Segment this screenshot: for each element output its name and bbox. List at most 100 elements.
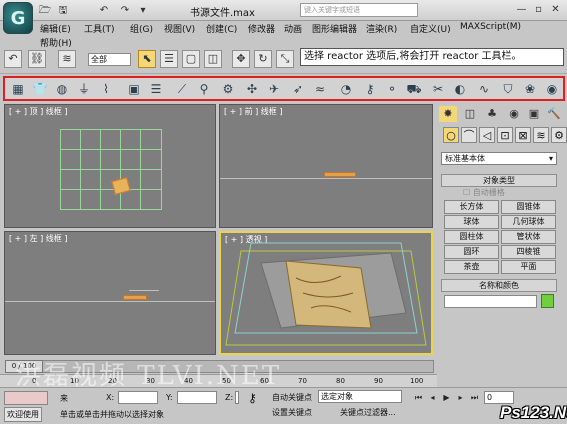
window-crossing-icon[interactable]: ◫ — [204, 50, 222, 68]
viewport-top[interactable]: [ + ] 顶 ] 线框 ] — [4, 104, 216, 228]
space-warps-icon[interactable]: ≋ — [533, 127, 549, 143]
menu-create[interactable]: 创建(C) — [206, 22, 237, 35]
modify-tab-icon[interactable]: ◫ — [461, 106, 479, 122]
spring-icon[interactable]: ⌇ — [97, 80, 115, 98]
autogrid-checkbox[interactable]: ☐ 自动栅格 — [463, 187, 543, 198]
lights-icon[interactable]: ◁ — [479, 127, 495, 143]
menu-views[interactable]: 视图(V) — [164, 22, 195, 35]
shirt-icon[interactable]: ⛉ — [499, 80, 517, 98]
menu-modifiers[interactable]: 修改器 — [248, 22, 275, 35]
water-icon[interactable]: ◔ — [337, 80, 355, 98]
rotate-icon[interactable]: ↻ — [254, 50, 272, 68]
stack-icon[interactable]: ☰ — [147, 80, 165, 98]
previous-frame-icon[interactable]: ◂ — [426, 391, 439, 404]
auto-key-button[interactable]: 自动关键点 — [272, 392, 312, 403]
menu-maxscript[interactable]: MAXScript(M) — [460, 22, 521, 32]
app-logo[interactable]: G — [3, 2, 33, 34]
collection-icon[interactable]: ▦ — [9, 80, 27, 98]
ball-icon[interactable]: ◍ — [53, 80, 71, 98]
fan-icon[interactable]: ✣ — [243, 80, 261, 98]
utilities-tab-icon[interactable]: 🔨 — [545, 106, 563, 122]
hinge-icon[interactable]: ⚷ — [361, 80, 379, 98]
display-tab-icon[interactable]: ▣ — [525, 106, 543, 122]
menu-rendering[interactable]: 渲染(R) — [366, 22, 397, 35]
menu-animation[interactable]: 动画 — [284, 22, 302, 35]
cone-button[interactable]: 圆锥体 — [501, 200, 556, 214]
play-icon[interactable]: ▶ — [440, 391, 453, 404]
maximize-icon[interactable]: ▫ — [532, 3, 545, 16]
key-icon[interactable]: ⚷ — [248, 391, 257, 405]
teapot-button[interactable]: 茶壶 — [444, 260, 499, 274]
link-icon[interactable]: ⛓ — [28, 50, 46, 68]
globe-icon[interactable]: ◉ — [543, 80, 561, 98]
go-to-start-icon[interactable]: ⏮ — [412, 391, 425, 404]
object-name-input[interactable] — [444, 295, 537, 308]
geosphere-button[interactable]: 几何球体 — [501, 215, 556, 229]
menu-group[interactable]: 组(G) — [130, 22, 153, 35]
close-icon[interactable]: ✕ — [549, 3, 562, 16]
helpers-icon[interactable]: ⊠ — [515, 127, 531, 143]
undo-toolbar-icon[interactable]: ↶ — [4, 50, 22, 68]
x-coordinate-input[interactable] — [118, 391, 158, 404]
help-search-input[interactable]: 键入关键字或短语 — [300, 3, 418, 17]
geometry-icon[interactable]: ○ — [443, 127, 459, 143]
undo-icon[interactable]: ↶ — [97, 4, 111, 17]
motion-tab-icon[interactable]: ◉ — [505, 106, 523, 122]
viewport-front[interactable]: [ + ] 前 ] 线框 ] — [219, 104, 433, 228]
menu-edit[interactable]: 编辑(E) — [40, 22, 71, 35]
cloth-icon[interactable]: 👕 — [31, 80, 49, 98]
next-frame-icon[interactable]: ▸ — [454, 391, 467, 404]
wrench-icon[interactable]: ⚲ — [195, 80, 213, 98]
pendulum-icon[interactable]: ◐ — [451, 80, 469, 98]
minimize-icon[interactable]: — — [515, 3, 528, 16]
plane-button[interactable]: 平面 — [501, 260, 556, 274]
pyramid-button[interactable]: 四棱锥 — [501, 245, 556, 259]
bind-space-warp-icon[interactable]: ≋ — [58, 50, 76, 68]
book-object-front[interactable] — [324, 172, 356, 177]
rope-icon[interactable]: ∿ — [475, 80, 493, 98]
z-coordinate-input[interactable] — [235, 391, 239, 404]
object-color-swatch[interactable] — [541, 294, 554, 308]
systems-icon[interactable]: ⚙ — [551, 127, 567, 143]
menu-graph-editors[interactable]: 图形编辑器 — [312, 22, 357, 35]
key-icon[interactable]: ✂ — [429, 80, 447, 98]
sphere-button[interactable]: 球体 — [444, 215, 499, 229]
move-icon[interactable]: ✥ — [232, 50, 250, 68]
hierarchy-tab-icon[interactable]: ♣ — [483, 106, 501, 122]
point-icon[interactable]: ⚬ — [383, 80, 401, 98]
create-tab-icon[interactable]: ✸ — [439, 106, 457, 122]
plane-jet-icon[interactable]: ✈ — [265, 80, 283, 98]
tube-button[interactable]: 管状体 — [501, 230, 556, 244]
torus-button[interactable]: 圆环 — [444, 245, 499, 259]
chevron-down-icon[interactable]: ▾ — [136, 4, 150, 17]
box-button[interactable]: 长方体 — [444, 200, 499, 214]
maxscript-listener[interactable] — [4, 391, 48, 405]
select-object-icon[interactable]: ⬉ — [138, 50, 156, 68]
menu-customize[interactable]: 自定义(U) — [410, 22, 451, 35]
key-set-dropdown[interactable]: 选定对象 — [318, 390, 402, 403]
object-type-rollout[interactable]: 对象类型 — [441, 174, 557, 187]
gear-icon[interactable]: ⚙ — [219, 80, 237, 98]
set-key-button[interactable]: 设置关键点 — [272, 407, 312, 418]
selection-filter-dropdown[interactable]: 全部 — [88, 53, 131, 66]
cylinder-button[interactable]: 圆柱体 — [444, 230, 499, 244]
book-object-left[interactable] — [123, 295, 147, 300]
rod-icon[interactable]: ⟋ — [173, 80, 191, 98]
menu-tools[interactable]: 工具(T) — [84, 22, 115, 35]
scale-icon[interactable]: ⤡ — [276, 50, 294, 68]
rectangle-selection-icon[interactable]: ▢ — [182, 50, 200, 68]
cameras-icon[interactable]: ⊡ — [497, 127, 513, 143]
book-object-top[interactable] — [111, 177, 131, 195]
viewport-label[interactable]: [ + ] 顶 ] 线框 ] — [9, 106, 67, 117]
save-icon[interactable]: 🖫 — [56, 4, 70, 17]
redo-icon[interactable]: ↷ — [118, 4, 132, 17]
select-by-name-icon[interactable]: ☰ — [160, 50, 178, 68]
key-filters-button[interactable]: 关键点过滤器... — [340, 407, 396, 418]
open-icon[interactable]: 🗁 — [38, 4, 52, 17]
object-category-dropdown[interactable]: 标准基本体 ▾ — [441, 152, 557, 165]
go-to-end-icon[interactable]: ⏭ — [468, 391, 481, 404]
plane-icon[interactable]: ⏚ — [75, 80, 93, 98]
car-icon[interactable]: ⛟ — [405, 80, 423, 98]
wind-icon[interactable]: ❀ — [521, 80, 539, 98]
name-color-rollout[interactable]: 名称和颜色 — [441, 279, 557, 292]
